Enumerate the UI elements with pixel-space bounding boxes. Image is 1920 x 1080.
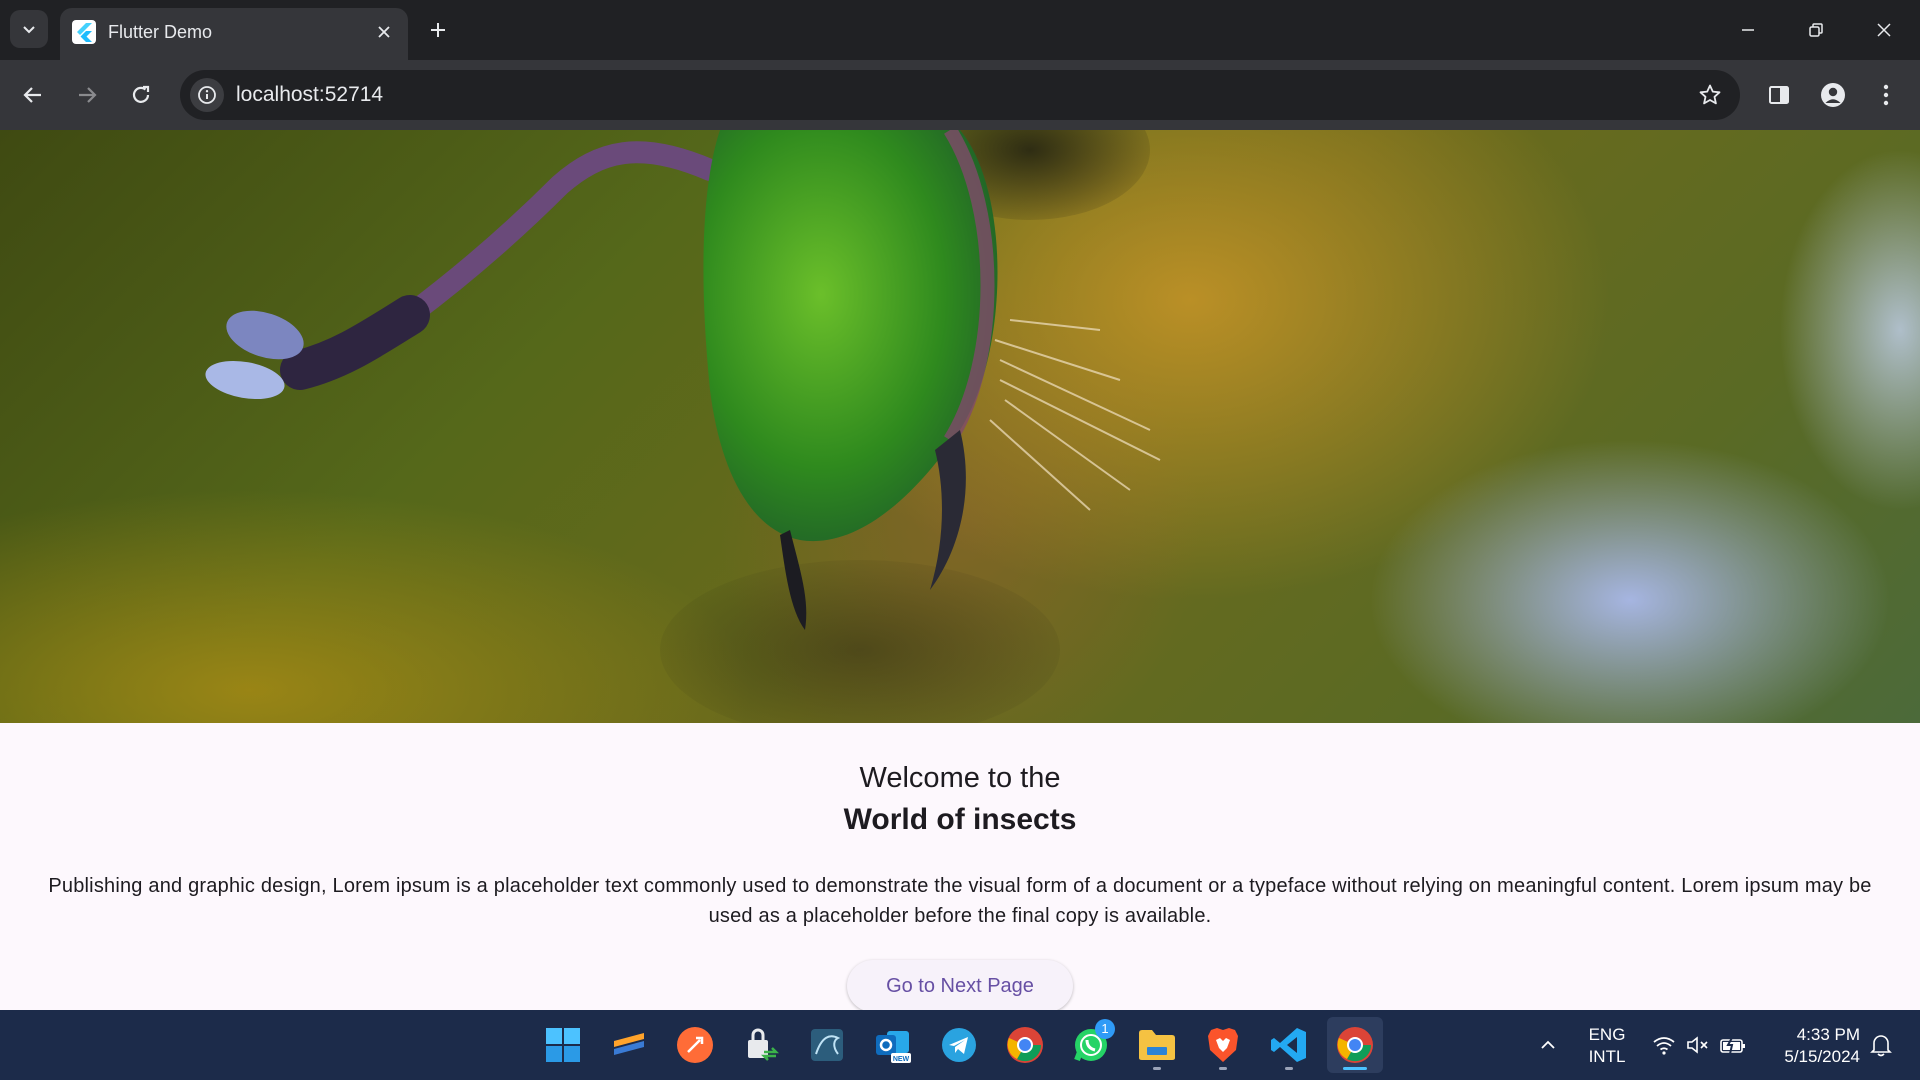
wifi-status[interactable] — [1648, 1010, 1680, 1080]
star-icon — [1699, 84, 1721, 105]
clock-time: 4:33 PM — [1796, 1025, 1860, 1044]
welcome-section: Welcome to the World of insects Publishi… — [0, 723, 1920, 1012]
notifications-button[interactable] — [1864, 1010, 1898, 1080]
profile-button[interactable] — [1813, 75, 1853, 115]
info-icon — [198, 86, 216, 104]
taskbar-postman[interactable] — [667, 1017, 723, 1073]
taskbar-vs-code[interactable] — [1261, 1017, 1317, 1073]
restore-button[interactable] — [1794, 12, 1838, 48]
tab-search-button[interactable] — [10, 10, 48, 48]
running-indicator — [1285, 1067, 1293, 1070]
language-line2: INTL — [1588, 1047, 1626, 1066]
show-hidden-icons-button[interactable] — [1532, 1010, 1564, 1080]
language-indicator[interactable]: ENG INTL — [1577, 1024, 1637, 1068]
flutter-favicon-icon — [72, 20, 96, 44]
brave-icon — [1208, 1028, 1238, 1062]
windows-taskbar: NEW 1 ENG INTL 4:33 PM 5/15/2024 — [0, 1010, 1920, 1080]
go-to-next-page-button[interactable]: Go to Next Page — [847, 960, 1073, 1012]
chrome-icon — [1337, 1027, 1373, 1063]
insect-illustration — [205, 130, 1161, 723]
telegram-icon — [942, 1028, 976, 1062]
url-text: localhost:52714 — [236, 83, 384, 106]
reload-icon — [132, 85, 150, 103]
active-indicator — [1343, 1067, 1367, 1070]
profile-icon — [1821, 83, 1845, 107]
taskbar-file-transfer[interactable] — [733, 1017, 789, 1073]
language-line1: ENG — [1588, 1025, 1626, 1044]
page-heading: World of insects — [843, 803, 1077, 836]
back-arrow-icon — [23, 87, 41, 103]
taskbar-sublime-text[interactable] — [601, 1017, 657, 1073]
address-bar[interactable]: localhost:52714 — [180, 70, 1740, 120]
restore-icon — [1809, 23, 1823, 37]
volume-status[interactable] — [1682, 1010, 1714, 1080]
file-transfer-icon — [748, 1028, 780, 1061]
tab-title: Flutter Demo — [108, 22, 213, 42]
close-window-icon — [1877, 23, 1891, 37]
browser-tab[interactable]: Flutter Demo — [60, 8, 408, 60]
tab-close-button[interactable] — [372, 20, 396, 44]
wifi-icon — [1653, 1037, 1675, 1055]
browser-toolbar: localhost:52714 — [0, 60, 1920, 130]
plus-icon — [431, 23, 445, 37]
taskbar-chrome-active[interactable] — [1327, 1017, 1383, 1073]
taskbar-whatsapp[interactable]: 1 — [1063, 1017, 1119, 1073]
minimize-button[interactable] — [1726, 12, 1770, 48]
battery-charging-icon — [1720, 1035, 1745, 1055]
taskbar-brave[interactable] — [1195, 1017, 1251, 1073]
site-info-button[interactable] — [190, 78, 224, 112]
chevron-up-icon — [1541, 1040, 1555, 1049]
back-button[interactable] — [13, 75, 53, 115]
welcome-text: Welcome to the — [859, 762, 1061, 794]
reload-button[interactable] — [121, 75, 161, 115]
kebab-menu-icon — [1883, 84, 1889, 106]
browser-menu-button[interactable] — [1866, 75, 1906, 115]
chevron-down-icon — [23, 26, 35, 34]
mysql-workbench-icon — [811, 1029, 843, 1061]
postman-icon — [677, 1027, 713, 1063]
minimize-icon — [1742, 29, 1754, 31]
close-window-button[interactable] — [1862, 12, 1906, 48]
system-clock[interactable]: 4:33 PM 5/15/2024 — [1760, 1024, 1860, 1068]
running-indicator — [1219, 1067, 1227, 1070]
battery-status[interactable] — [1716, 1010, 1750, 1080]
new-tab-button[interactable] — [420, 12, 456, 48]
windows-start-icon — [546, 1028, 580, 1062]
volume-muted-icon — [1687, 1036, 1708, 1054]
bell-icon — [1870, 1035, 1892, 1057]
description-paragraph: Publishing and graphic design, Lorem ips… — [48, 875, 1872, 927]
taskbar-chrome[interactable] — [997, 1017, 1053, 1073]
close-icon — [378, 26, 390, 38]
forward-button[interactable] — [67, 75, 107, 115]
outlook-new-icon: NEW — [876, 1031, 911, 1063]
taskbar-outlook-new[interactable]: NEW — [865, 1017, 921, 1073]
taskbar-file-explorer[interactable] — [1129, 1017, 1185, 1073]
sublime-text-icon — [614, 1033, 644, 1055]
running-indicator — [1153, 1067, 1161, 1070]
start-button[interactable] — [535, 1017, 591, 1073]
forward-arrow-icon — [79, 87, 97, 103]
browser-tabstrip: Flutter Demo — [0, 0, 1920, 60]
bookmark-button[interactable] — [1696, 81, 1724, 109]
chrome-icon — [1007, 1027, 1043, 1063]
taskbar-mysql-workbench[interactable] — [799, 1017, 855, 1073]
taskbar-telegram[interactable] — [931, 1017, 987, 1073]
clock-date: 5/15/2024 — [1784, 1047, 1860, 1066]
folder-icon — [1139, 1030, 1175, 1060]
vs-code-icon — [1271, 1028, 1306, 1062]
insect-hero-image — [0, 130, 1920, 723]
side-panel-icon — [1769, 86, 1789, 104]
side-panel-button[interactable] — [1759, 75, 1799, 115]
whatsapp-badge: 1 — [1095, 1019, 1115, 1039]
svg-text:NEW: NEW — [893, 1056, 910, 1063]
